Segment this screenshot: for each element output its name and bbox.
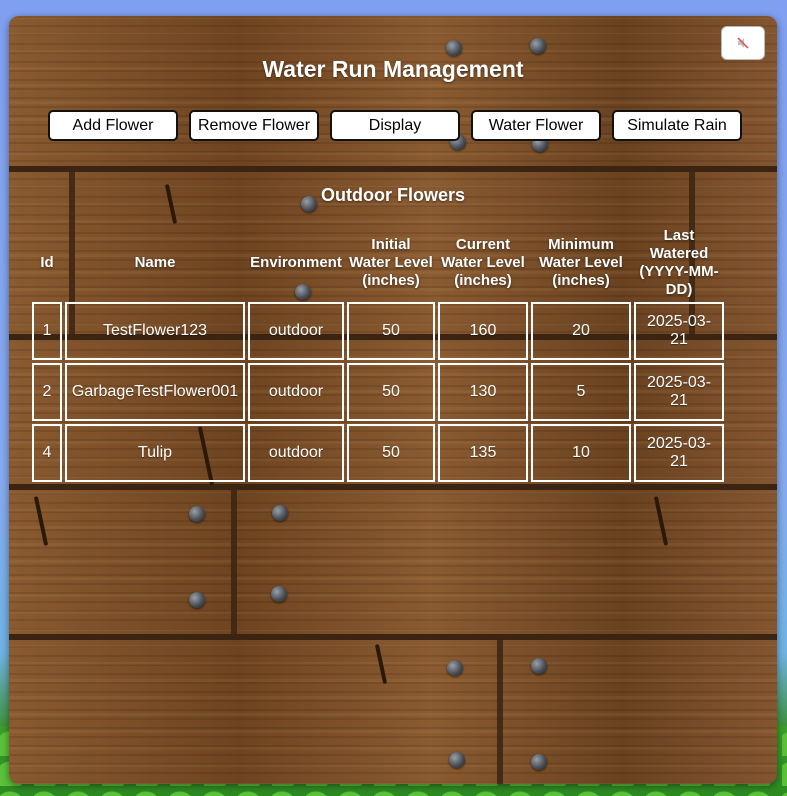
cell-initial-water: 50 bbox=[347, 363, 435, 421]
header-name: Name bbox=[134, 254, 176, 271]
simulate-rain-button[interactable]: Simulate Rain bbox=[612, 110, 742, 141]
nail bbox=[530, 38, 546, 54]
cell-minimum-water: 10 bbox=[531, 424, 631, 482]
cell-last-watered: 2025-03-21 bbox=[634, 424, 724, 482]
nail bbox=[531, 754, 547, 770]
display-button[interactable]: Display bbox=[330, 110, 460, 141]
header-environment: Environment bbox=[250, 254, 342, 271]
nail bbox=[272, 505, 288, 521]
cell-minimum-water: 20 bbox=[531, 302, 631, 360]
cell-last-watered: 2025-03-21 bbox=[634, 363, 724, 421]
page-title: Water Run Management bbox=[262, 56, 524, 82]
cell-last-watered: 2025-03-21 bbox=[634, 302, 724, 360]
table-header-row: Id Name Environment Initial Water Level … bbox=[32, 227, 724, 299]
water-flower-button[interactable]: Water Flower bbox=[471, 110, 601, 141]
cell-id: 4 bbox=[32, 424, 62, 482]
cell-initial-water: 50 bbox=[347, 424, 435, 482]
cell-current-water: 160 bbox=[438, 302, 528, 360]
nail bbox=[531, 658, 547, 674]
nail bbox=[189, 506, 205, 522]
flowers-table: Id Name Environment Initial Water Level … bbox=[29, 224, 727, 485]
remove-flower-button[interactable]: Remove Flower bbox=[189, 110, 319, 141]
wood-crack bbox=[653, 496, 669, 546]
header-minimum-water: Minimum Water Level (inches) bbox=[539, 236, 623, 289]
table-row[interactable]: 1 TestFlower123 outdoor 50 160 20 2025-0… bbox=[32, 302, 724, 360]
wood-crack bbox=[374, 644, 388, 684]
cell-initial-water: 50 bbox=[347, 302, 435, 360]
cell-environment: outdoor bbox=[248, 302, 344, 360]
nail bbox=[271, 586, 287, 602]
cell-current-water: 135 bbox=[438, 424, 528, 482]
header-last-watered: Last Watered (YYYY-MM-DD) bbox=[639, 227, 719, 298]
main-panel: Water Run Management Add Flower Remove F… bbox=[9, 16, 777, 784]
cell-id: 1 bbox=[32, 302, 62, 360]
cell-name: TestFlower123 bbox=[65, 302, 245, 360]
cell-environment: outdoor bbox=[248, 424, 344, 482]
cell-minimum-water: 5 bbox=[531, 363, 631, 421]
header-initial-water: Initial Water Level (inches) bbox=[349, 236, 433, 289]
header-id: Id bbox=[40, 254, 54, 271]
mute-button[interactable] bbox=[721, 26, 765, 60]
cell-name: Tulip bbox=[65, 424, 245, 482]
nail bbox=[447, 660, 463, 676]
toolbar: Add Flower Remove Flower Display Water F… bbox=[48, 110, 742, 141]
table-row[interactable]: 4 Tulip outdoor 50 135 10 2025-03-21 bbox=[32, 424, 724, 482]
add-flower-button[interactable]: Add Flower bbox=[48, 110, 178, 141]
nail bbox=[189, 592, 205, 608]
plank-seam bbox=[231, 490, 237, 634]
cell-name: GarbageTestFlower001 bbox=[65, 363, 245, 421]
cell-id: 2 bbox=[32, 363, 62, 421]
wood-crack bbox=[33, 496, 49, 546]
nail bbox=[449, 752, 465, 768]
table-row[interactable]: 2 GarbageTestFlower001 outdoor 50 130 5 … bbox=[32, 363, 724, 421]
speaker-muted-icon bbox=[737, 37, 749, 49]
plank-seam bbox=[497, 640, 503, 784]
nail bbox=[446, 40, 462, 56]
table-title: Outdoor Flowers bbox=[321, 185, 465, 205]
cell-current-water: 130 bbox=[438, 363, 528, 421]
cell-environment: outdoor bbox=[248, 363, 344, 421]
header-current-water: Current Water Level (inches) bbox=[441, 236, 525, 289]
